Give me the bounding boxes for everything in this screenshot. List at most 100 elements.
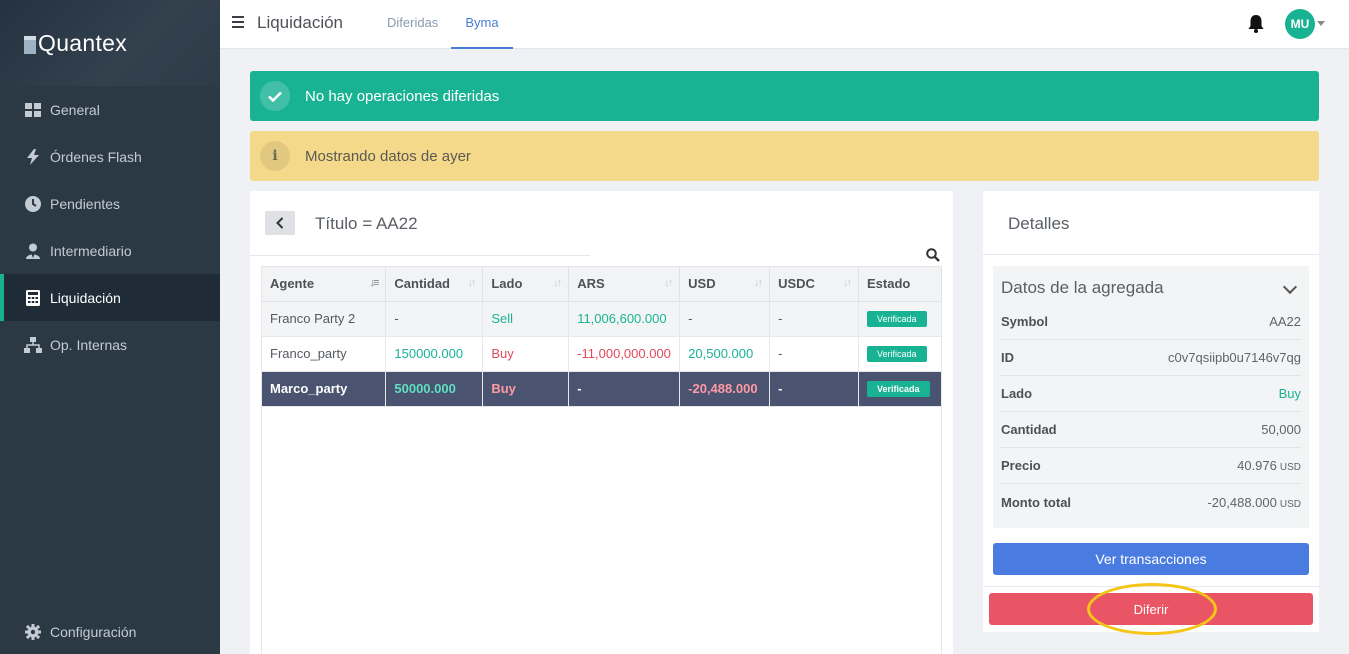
trades-table-container[interactable]: Agente ↓≡ Cantidad ↓↑ Lado ↓↑ ARS ↓↑ USD ↓↑ U… — [261, 266, 943, 654]
top-header: Liquidación Diferidas Byma MU — [220, 0, 1349, 49]
success-alert: No hay operaciones diferidas — [250, 71, 1319, 121]
logo-mark-icon — [24, 36, 36, 54]
sort-icon[interactable]: ↓↑ — [553, 277, 562, 289]
detail-label: Symbol — [1001, 314, 1048, 329]
detail-row-symbol: Symbol AA22 — [1001, 304, 1301, 340]
calculator-icon — [24, 289, 42, 307]
warning-alert-text: Mostrando datos de ayer — [305, 147, 471, 165]
chevron-down-icon[interactable] — [1317, 21, 1325, 26]
sidebar-item-label: General — [50, 101, 100, 118]
detail-label: Monto total — [1001, 494, 1072, 510]
details-title: Detalles — [1008, 214, 1070, 233]
grid-icon — [24, 101, 42, 119]
sort-icon[interactable]: ↓≡ — [369, 277, 379, 289]
detail-value: AA22 — [1269, 314, 1301, 329]
cell-estado: Verificada — [858, 336, 943, 372]
column-header-cantidad[interactable]: Cantidad ↓↑ — [385, 267, 484, 302]
table-row[interactable]: Franco_party 150000.000 Buy -11,000,000.… — [262, 336, 943, 372]
detail-unit: USD — [1279, 462, 1301, 473]
tab-diferidas[interactable]: Diferidas — [387, 15, 438, 49]
detail-value: 40.976 — [1237, 458, 1277, 473]
logo-text: Quantex — [38, 29, 128, 56]
cell-agente: Franco Party 2 — [262, 301, 387, 337]
cell-lado: Buy — [482, 336, 570, 372]
bell-icon[interactable] — [1248, 15, 1264, 33]
sidebar-item-ordenes-flash[interactable]: Órdenes Flash — [0, 133, 220, 180]
sidebar-item-label: Intermediario — [50, 242, 132, 259]
sidebar: Quantex General Órdenes Flash Pendientes… — [0, 0, 220, 654]
divider — [250, 255, 590, 256]
table-header-row: Agente ↓≡ Cantidad ↓↑ Lado ↓↑ ARS ↓↑ USD ↓↑ U… — [262, 267, 943, 302]
cell-cantidad: - — [385, 301, 484, 337]
column-header-label: USDC — [778, 276, 815, 292]
column-header-estado[interactable]: Estado — [858, 267, 943, 302]
sort-icon[interactable]: ↓↑ — [467, 277, 476, 289]
status-badge: Verificada — [866, 311, 927, 327]
divider — [983, 586, 1319, 587]
cell-lado: Sell — [482, 301, 570, 337]
trades-table: Agente ↓≡ Cantidad ↓↑ Lado ↓↑ ARS ↓↑ USD ↓↑ U… — [262, 267, 943, 407]
column-header-ars[interactable]: ARS ↓↑ — [568, 267, 681, 302]
check-icon — [260, 81, 290, 111]
table-row[interactable]: Franco Party 2 - Sell 11,006,600.000 - -… — [262, 301, 943, 337]
detail-label: Cantidad — [1001, 422, 1057, 437]
chevron-down-icon[interactable] — [1282, 279, 1298, 295]
sidebar-item-liquidacion[interactable]: Liquidación — [0, 274, 220, 321]
table-row-selected[interactable]: Marco_party 50000.000 Buy - -20,488.000 … — [262, 371, 943, 407]
column-header-label: Cantidad — [394, 276, 451, 292]
back-button[interactable] — [265, 211, 295, 235]
detail-value-group: 40.976 USD — [1237, 458, 1301, 473]
gear-icon — [24, 623, 42, 641]
logo[interactable]: Quantex — [0, 0, 220, 86]
sidebar-item-intermediario[interactable]: Intermediario — [0, 227, 220, 274]
detail-value: c0v7qsiipb0u7146v7qg — [1168, 350, 1301, 365]
sidebar-item-label: Órdenes Flash — [50, 148, 142, 165]
detail-value: 50,000 — [1261, 422, 1301, 437]
sidebar-item-label: Op. Internas — [50, 336, 128, 353]
sidebar-item-general[interactable]: General — [0, 86, 220, 133]
card-title: Título = AA22 — [315, 214, 418, 233]
cell-cantidad: 50000.000 — [385, 371, 484, 407]
sort-icon[interactable]: ↓↑ — [664, 277, 673, 289]
sidebar-nav: General Órdenes Flash Pendientes Interme… — [0, 86, 220, 368]
search-icon[interactable] — [926, 248, 940, 262]
detail-value-group: -20,488.000 USD — [1207, 495, 1301, 510]
status-badge: Verificada — [866, 346, 927, 362]
tab-byma[interactable]: Byma — [451, 15, 513, 49]
column-header-lado[interactable]: Lado ↓↑ — [482, 267, 570, 302]
column-header-agente[interactable]: Agente ↓≡ — [262, 267, 387, 302]
sort-icon[interactable]: ↓↑ — [843, 277, 852, 289]
detail-label: Precio — [1001, 458, 1041, 473]
avatar[interactable]: MU — [1285, 9, 1315, 39]
cell-estado: Verificada — [858, 301, 943, 337]
cell-agente: Marco_party — [262, 371, 387, 407]
column-header-label: Estado — [866, 276, 911, 292]
page-title: Liquidación — [257, 13, 344, 32]
sort-icon[interactable]: ↓↑ — [754, 277, 763, 289]
detail-row-cantidad: Cantidad 50,000 — [1001, 412, 1301, 448]
diferir-button[interactable]: Diferir — [989, 593, 1313, 625]
column-header-label: Agente — [270, 276, 315, 292]
column-header-label: USD — [688, 276, 716, 292]
ver-transacciones-button[interactable]: Ver transacciones — [993, 543, 1309, 575]
hamburger-menu-icon[interactable] — [232, 16, 244, 28]
column-header-usd[interactable]: USD ↓↑ — [679, 267, 771, 302]
success-alert-text: No hay operaciones diferidas — [305, 87, 500, 105]
sidebar-item-op-internas[interactable]: Op. Internas — [0, 321, 220, 368]
aggregate-panel: Datos de la agregada Symbol AA22 ID c0v7… — [993, 266, 1309, 528]
detail-label: ID — [1001, 350, 1014, 365]
column-header-usdc[interactable]: USDC ↓↑ — [769, 267, 859, 302]
aggregate-title[interactable]: Datos de la agregada — [1001, 278, 1164, 298]
cell-agente: Franco_party — [262, 336, 387, 372]
detail-unit: USD — [1279, 498, 1301, 510]
network-icon — [24, 336, 42, 354]
cell-ars: -11,000,000.000 — [568, 336, 681, 372]
cell-cantidad: 150000.000 — [385, 336, 484, 372]
status-badge: Verificada — [866, 381, 930, 397]
sidebar-item-label: Liquidación — [50, 289, 121, 306]
detail-row-monto-total: Monto total -20,488.000 USD — [1001, 484, 1301, 520]
sidebar-item-configuracion[interactable]: Configuración — [0, 610, 220, 654]
sidebar-item-pendientes[interactable]: Pendientes — [0, 180, 220, 227]
column-header-label: Lado — [491, 276, 523, 292]
cell-usd: -20,488.000 — [679, 371, 771, 407]
